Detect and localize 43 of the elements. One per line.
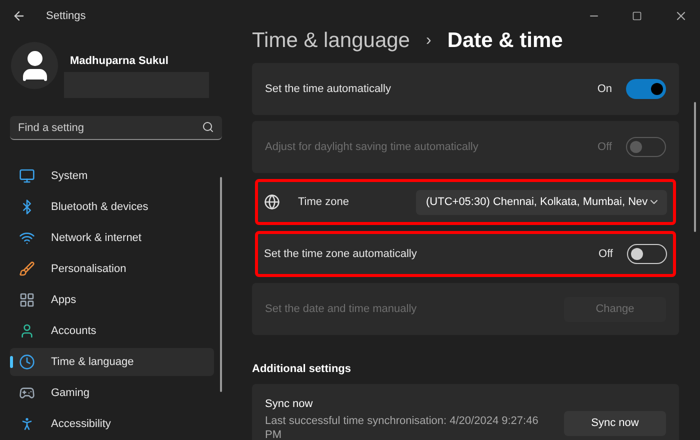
toggle-state: Off: [598, 140, 612, 155]
setting-label: Set the time zone automatically: [264, 246, 417, 262]
gamepad-icon: [19, 385, 35, 401]
window-title: Settings: [46, 8, 86, 24]
section-heading: Additional settings: [252, 362, 352, 377]
sync-now-button[interactable]: Sync now: [564, 410, 666, 436]
person-icon: [19, 323, 35, 339]
maximize-icon[interactable]: [632, 11, 642, 21]
scrollbar[interactable]: [694, 102, 696, 232]
wifi-icon: [19, 230, 35, 246]
page-title: Date & time: [447, 28, 563, 54]
sidebar-item[interactable]: Accessibility: [10, 410, 214, 438]
clock-icon: [19, 354, 35, 370]
search-field[interactable]: Find a setting: [10, 116, 222, 140]
setting-label: Time zone: [298, 194, 349, 210]
sidebar-item[interactable]: Gaming: [10, 379, 214, 407]
setting-label: Set the date and time manually: [265, 302, 417, 317]
sync-description: Last successful time synchronisation: 4/20/2024 9:27:46 PM: [265, 414, 540, 440]
monitor-icon: [19, 168, 35, 184]
avatar-drawing: [11, 42, 58, 89]
user-name: Madhuparna Sukul: [70, 54, 170, 69]
setting-label: Set the time automatically: [265, 82, 391, 97]
toggle-switch[interactable]: [626, 79, 666, 99]
search-icon[interactable]: [202, 120, 214, 132]
sidebar-item[interactable]: Network & internet: [10, 224, 214, 252]
brush-icon: [19, 261, 35, 277]
sidebar-item[interactable]: System: [10, 162, 214, 190]
sidebar-item[interactable]: Accounts: [10, 317, 214, 345]
scrollbar[interactable]: [220, 177, 222, 392]
close-icon[interactable]: [674, 9, 688, 23]
back-icon[interactable]: [12, 9, 26, 23]
breadcrumb-parent[interactable]: Time & language: [252, 25, 410, 57]
sidebar-item[interactable]: Personalisation: [10, 255, 214, 283]
sidebar-item[interactable]: Apps: [10, 286, 214, 314]
toggle-state: On: [597, 82, 612, 97]
breadcrumb-separator: ›: [426, 31, 432, 51]
sync-title: Sync now: [265, 396, 314, 412]
sidebar-item[interactable]: Bluetooth & devices: [10, 193, 214, 221]
time-zone-dropdown[interactable]: (UTC+05:30) Chennai, Kolkata, Mumbai, Nev: [416, 190, 667, 214]
toggle-state: Off: [598, 246, 613, 262]
setting-label: Adjust for daylight saving time automatically: [265, 140, 478, 155]
apps-grid-icon: [19, 292, 35, 308]
sidebar-item[interactable]: Time & language: [10, 348, 214, 376]
